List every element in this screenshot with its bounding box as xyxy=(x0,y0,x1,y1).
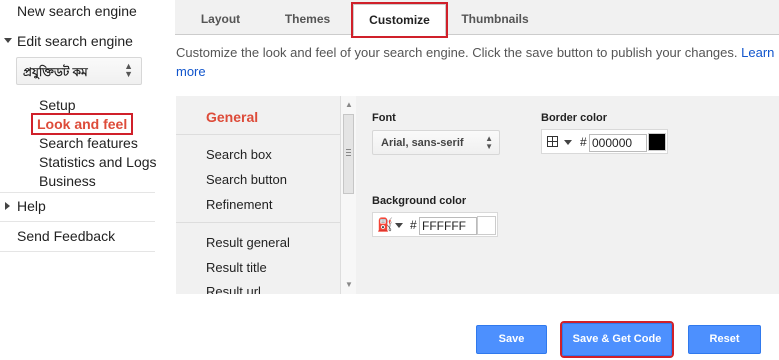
sidebar-divider xyxy=(0,192,155,193)
scroll-up-icon[interactable]: ▲ xyxy=(345,100,353,109)
expand-chevron-down-icon[interactable] xyxy=(4,38,12,43)
send-feedback-link[interactable]: Send Feedback xyxy=(17,228,115,244)
font-select[interactable]: Arial, sans-serif ▲ ▼ xyxy=(372,130,500,155)
select-arrows-icon: ▲ ▼ xyxy=(124,61,133,79)
hash-symbol: # xyxy=(410,218,417,232)
font-label: Font xyxy=(372,112,396,124)
select-arrows-icon: ▲ ▼ xyxy=(485,134,493,151)
grip-icon xyxy=(346,149,351,150)
tab-thumbnails[interactable]: Thumbnails xyxy=(455,4,535,35)
save-button[interactable]: Save xyxy=(476,325,547,354)
background-color-swatch[interactable] xyxy=(477,216,496,235)
category-result-title[interactable]: Result title xyxy=(206,260,267,275)
category-list: General Search box Search button Refinem… xyxy=(176,96,340,294)
sidebar-divider-3 xyxy=(0,251,155,252)
category-scrollbar[interactable]: ▲ ▼ xyxy=(340,96,356,294)
font-select-value: Arial, sans-serif xyxy=(381,137,464,149)
background-color-picker[interactable]: ⛽ # FFFFFF xyxy=(372,212,498,237)
border-grid-icon[interactable] xyxy=(547,136,558,147)
scroll-down-icon[interactable]: ▼ xyxy=(345,280,353,289)
border-color-input[interactable]: 000000 xyxy=(589,134,647,152)
category-search-box[interactable]: Search box xyxy=(206,147,272,162)
sidebar-item-business[interactable]: Business xyxy=(39,173,96,189)
search-engine-select-value: প্রযুক্তিডট কম xyxy=(23,65,88,79)
expand-chevron-right-icon[interactable] xyxy=(5,202,10,210)
chevron-down-icon[interactable] xyxy=(564,140,572,145)
category-result-general[interactable]: Result general xyxy=(206,235,290,250)
learn-more-link-part1[interactable]: Learn xyxy=(741,45,774,60)
sidebar-item-setup[interactable]: Setup xyxy=(39,97,76,113)
category-refinement[interactable]: Refinement xyxy=(206,197,272,212)
paint-bucket-icon[interactable]: ⛽ xyxy=(377,217,393,233)
description-text: Customize the look and feel of your sear… xyxy=(176,43,779,62)
sidebar-item-statistics-and-logs[interactable]: Statistics and Logs xyxy=(39,154,157,170)
tab-customize[interactable]: Customize xyxy=(351,2,448,38)
background-color-input[interactable]: FFFFFF xyxy=(419,217,477,235)
sidebar-item-search-features[interactable]: Search features xyxy=(39,135,138,151)
edit-search-engine-link[interactable]: Edit search engine xyxy=(17,33,133,49)
category-divider-2 xyxy=(176,222,340,223)
search-engine-select[interactable]: প্রযুক্তিডট কম ▲ ▼ xyxy=(16,57,142,85)
chevron-down-icon[interactable] xyxy=(395,223,403,228)
category-result-url[interactable]: Result url xyxy=(206,284,261,294)
border-color-swatch[interactable] xyxy=(648,133,666,151)
description-body: Customize the look and feel of your sear… xyxy=(176,45,738,60)
tab-layout[interactable]: Layout xyxy=(188,4,253,35)
scrollbar-thumb[interactable] xyxy=(343,114,354,194)
category-general[interactable]: General xyxy=(206,109,258,125)
save-and-get-code-button[interactable]: Save & Get Code xyxy=(560,321,674,358)
hash-symbol: # xyxy=(580,135,587,149)
category-search-button[interactable]: Search button xyxy=(206,172,287,187)
reset-button[interactable]: Reset xyxy=(688,325,761,354)
new-search-engine-link[interactable]: New search engine xyxy=(17,3,137,19)
tab-themes[interactable]: Themes xyxy=(275,4,340,35)
background-color-label: Background color xyxy=(372,195,467,207)
border-color-picker[interactable]: # 000000 xyxy=(541,129,668,154)
border-color-label: Border color xyxy=(541,112,608,124)
sidebar-divider-2 xyxy=(0,221,155,222)
sidebar-item-look-and-feel[interactable]: Look and feel xyxy=(30,113,134,135)
help-link[interactable]: Help xyxy=(17,198,46,214)
category-divider xyxy=(176,134,340,135)
learn-more-link[interactable]: more xyxy=(176,62,206,81)
learn-more-link-part2[interactable]: more xyxy=(176,64,206,79)
